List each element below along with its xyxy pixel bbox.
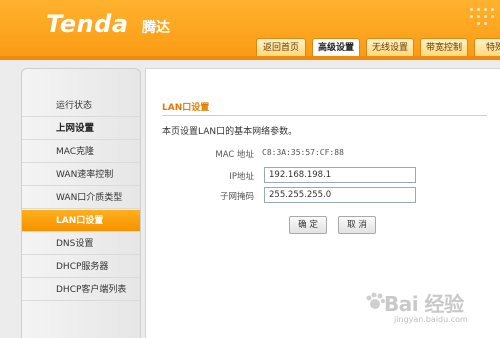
tab-wireless-settings[interactable]: 无线设置: [366, 38, 414, 58]
watermark-text: Bai 经验: [384, 292, 464, 316]
tenda-logo-cn: 腾达: [142, 20, 170, 36]
mac-address-value: C8:3A:35:57:CF:88: [262, 148, 344, 157]
sidebar-item-dhcp-clients[interactable]: DHCP客户端列表: [22, 279, 140, 301]
watermark-url: jingyan.baidu.com: [394, 315, 468, 324]
ok-button[interactable]: 确 定: [289, 216, 327, 234]
tab-special[interactable]: 特殊: [474, 38, 500, 58]
sidebar-item-dhcp-server[interactable]: DHCP服务器: [22, 256, 140, 278]
tab-bandwidth-control[interactable]: 带宽控制: [420, 38, 468, 58]
subnet-mask-label: 子网掩码: [219, 192, 254, 202]
tab-home[interactable]: 返回首页: [256, 38, 306, 58]
title-divider: [162, 115, 487, 116]
header-divider: [0, 56, 500, 60]
page-title: LAN口设置: [162, 103, 210, 113]
top-header: Tenda 腾达 返回首页 高级设置 无线设置 带宽控制 特殊: [0, 0, 500, 58]
tenda-logo: Tenda: [46, 10, 129, 38]
ip-address-label: IP地址: [229, 172, 254, 182]
sidebar-menu: 运行状态 上网设置 MAC克隆 WAN速率控制 WAN口介质类型 LAN口设置 …: [21, 68, 141, 338]
sidebar-item-status[interactable]: 运行状态: [22, 95, 140, 117]
cancel-button[interactable]: 取 消: [338, 216, 376, 234]
page-description: 本页设置LAN口的基本网络参数。: [162, 127, 298, 137]
sidebar-item-wan-medium[interactable]: WAN口介质类型: [22, 187, 140, 209]
ip-address-input[interactable]: [264, 167, 416, 183]
sidebar-item-internet-settings[interactable]: 上网设置: [22, 118, 140, 140]
sidebar-item-mac-clone[interactable]: MAC克隆: [22, 141, 140, 163]
mac-address-label: MAC 地址: [215, 150, 254, 160]
sidebar-item-lan-settings[interactable]: LAN口设置: [22, 210, 140, 232]
paw-icon: [366, 292, 386, 309]
sidebar-item-wan-rate[interactable]: WAN速率控制: [22, 164, 140, 186]
header-dots-decoration: [468, 6, 498, 25]
baidu-watermark: Bai 经验 jingyan.baidu.com: [366, 282, 498, 332]
sidebar-item-dns[interactable]: DNS设置: [22, 233, 140, 255]
subnet-mask-input[interactable]: [264, 187, 416, 203]
tab-advanced-settings[interactable]: 高级设置: [312, 38, 360, 58]
